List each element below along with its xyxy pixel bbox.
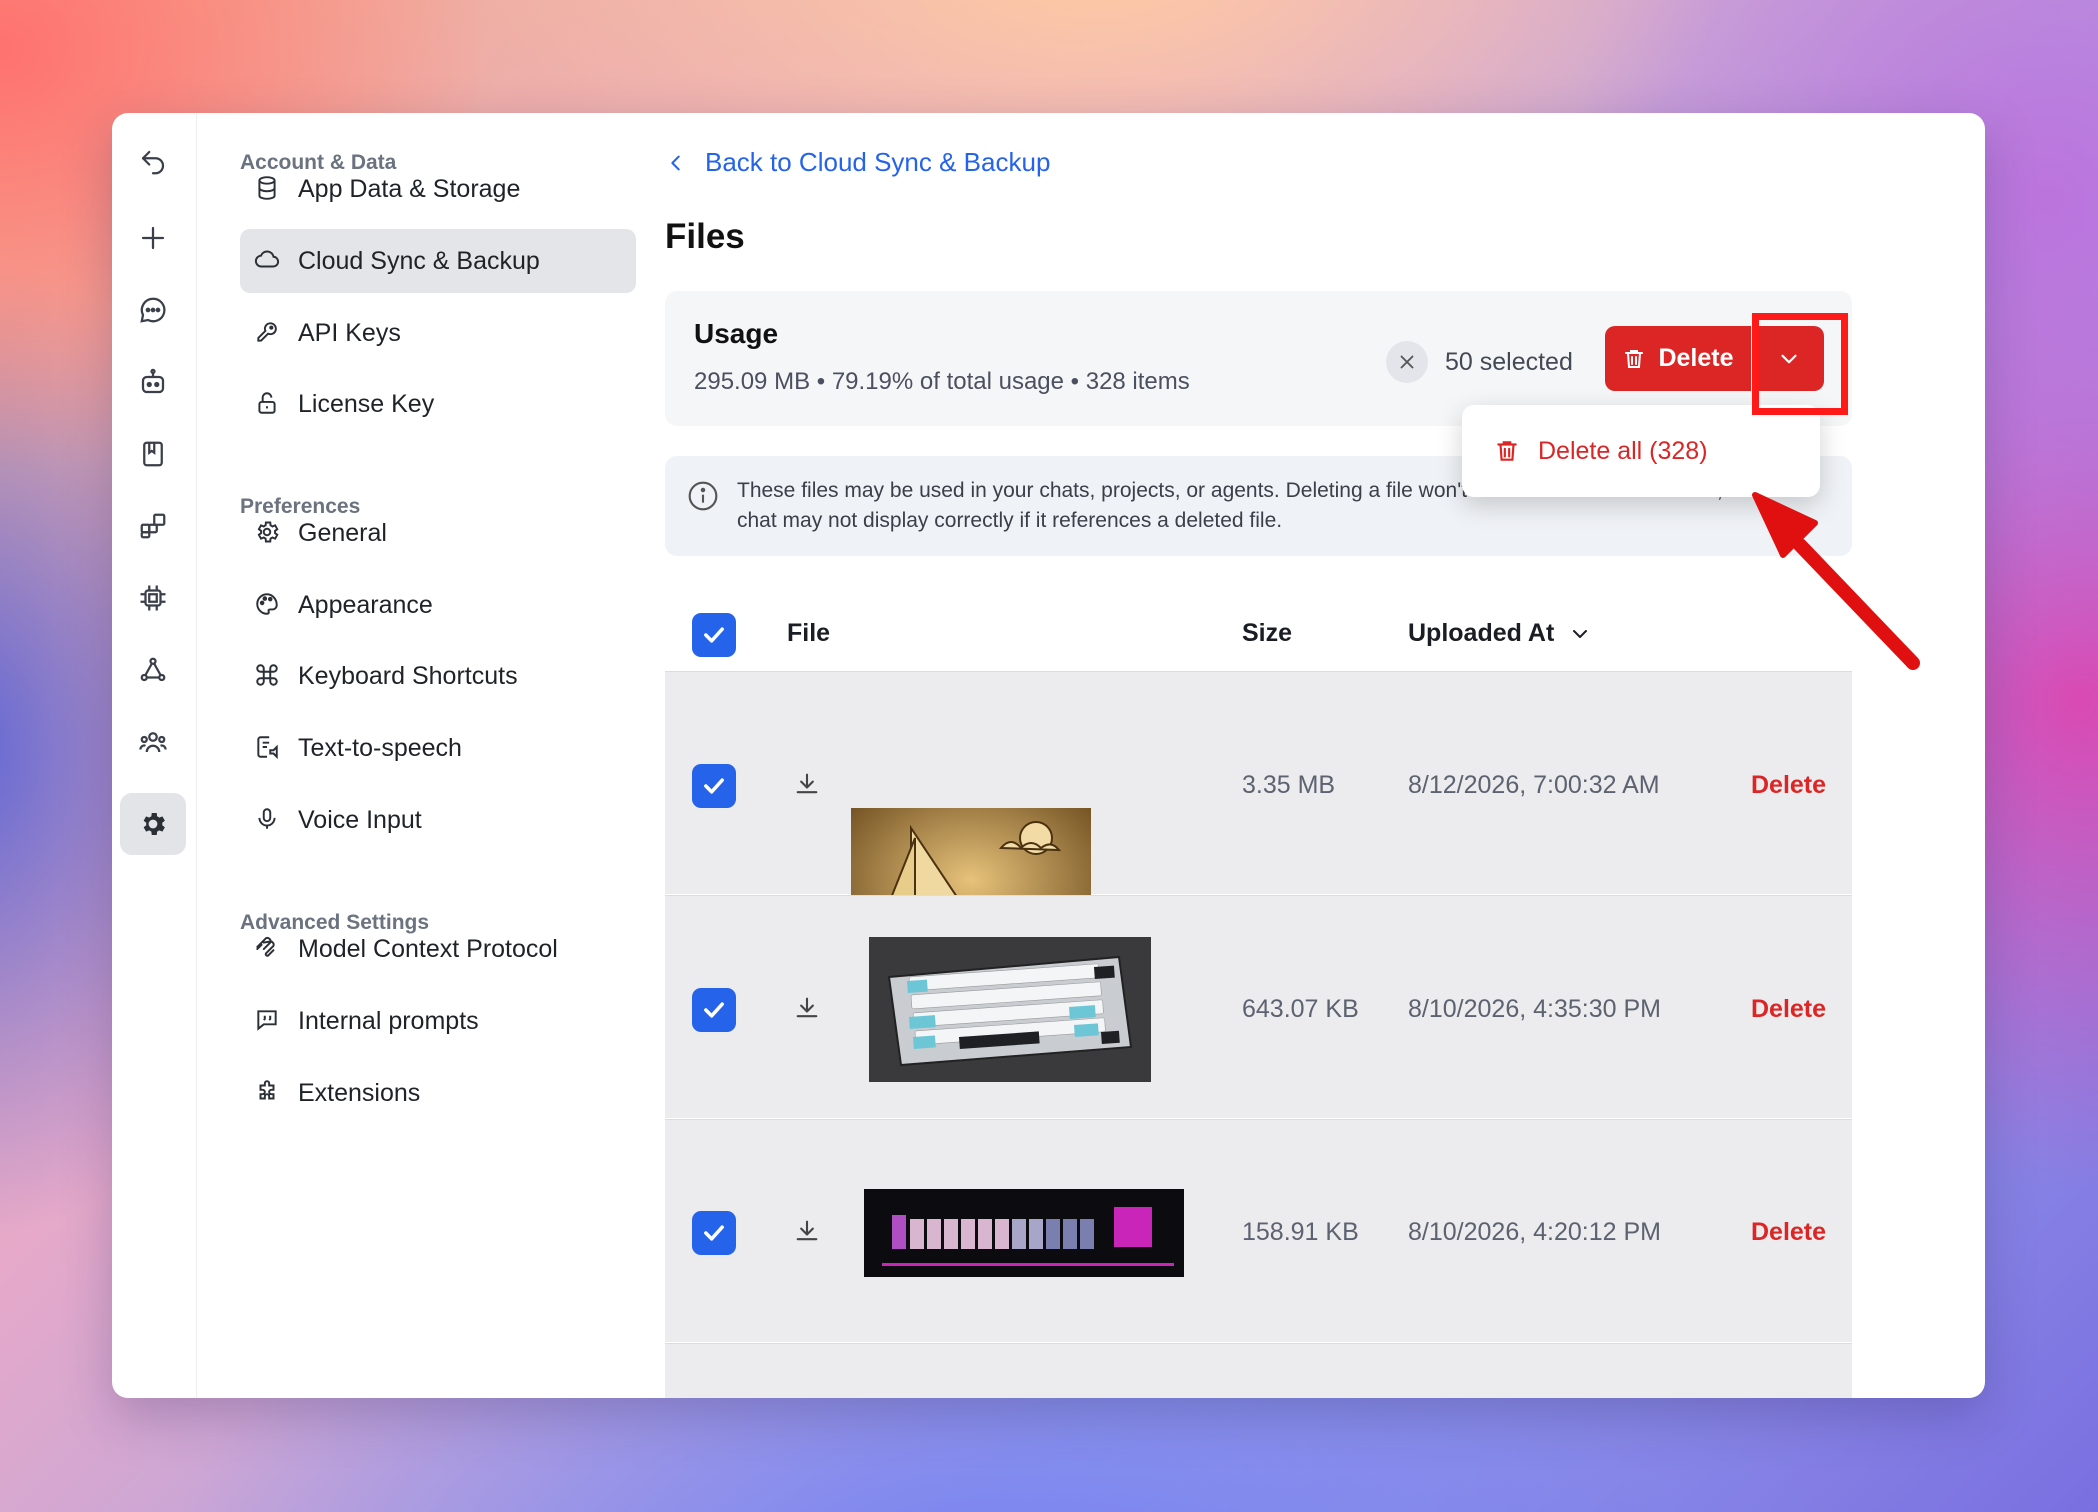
nav-item-appearance[interactable]: Appearance	[240, 573, 636, 637]
nav-item-label: Text-to-speech	[298, 733, 462, 762]
delete-file-button[interactable]: Delete	[1751, 1218, 1826, 1247]
book-icon[interactable]	[120, 423, 186, 485]
speech-icon	[254, 734, 282, 762]
info-icon	[687, 480, 719, 512]
file-date: 8/12/2026, 7:00:32 AM	[1408, 771, 1660, 799]
trash-icon	[1625, 349, 1644, 368]
download-icon[interactable]	[793, 994, 823, 1024]
nav-item-keyboard-shortcuts[interactable]: Keyboard Shortcuts	[240, 644, 636, 708]
microphone-icon	[254, 806, 282, 834]
settings-icon[interactable]	[120, 793, 186, 855]
file-date: 8/10/2026, 4:35:30 PM	[1408, 995, 1661, 1023]
lock-icon	[254, 390, 282, 418]
delete-all-label: Delete all (328)	[1538, 436, 1708, 465]
puzzle-icon	[254, 1079, 282, 1107]
nav-item-label: Model Context Protocol	[298, 934, 558, 963]
nav-item-label: App Data & Storage	[298, 174, 521, 203]
apps-icon[interactable]	[120, 495, 186, 557]
usage-stats: 295.09 MB • 79.19% of total usage • 328 …	[694, 368, 1190, 395]
select-all-checkbox[interactable]	[692, 613, 736, 657]
back-link[interactable]: Back to Cloud Sync & Backup	[665, 147, 1050, 178]
nav-item-api-keys[interactable]: API Keys	[240, 301, 636, 365]
file-date: 8/10/2026, 4:20:12 PM	[1408, 1218, 1661, 1246]
checkmark-icon	[704, 778, 724, 794]
table-row	[665, 1343, 1852, 1398]
row-checkbox[interactable]	[692, 764, 736, 808]
command-icon	[254, 662, 282, 690]
nav-item-general[interactable]: General	[240, 501, 636, 565]
sort-chevron-down-icon	[1573, 629, 1588, 638]
gear-icon	[254, 519, 282, 547]
network-icon[interactable]	[120, 639, 186, 701]
nav-item-label: License Key	[298, 389, 435, 418]
delete-button-label: Delete	[1658, 344, 1734, 372]
nav-item-label: API Keys	[298, 318, 401, 347]
nav-item-app-data-storage[interactable]: App Data & Storage	[240, 157, 636, 221]
table-row: 3.35 MB 8/12/2026, 7:00:32 AM Delete	[665, 671, 1852, 988]
chip-icon[interactable]	[120, 567, 186, 629]
icon-rail	[112, 113, 197, 1398]
checkmark-icon	[704, 1225, 724, 1241]
nav-item-model-context-protocol[interactable]: Model Context Protocol	[240, 917, 636, 981]
nav-item-text-to-speech[interactable]: Text-to-speech	[240, 716, 636, 780]
bars-thumbnail-image[interactable]	[864, 1189, 1184, 1277]
nav-item-internal-prompts[interactable]: Internal prompts	[240, 989, 636, 1053]
selected-count: 50 selected	[1445, 348, 1573, 376]
nav-item-label: Keyboard Shortcuts	[298, 661, 518, 690]
row-checkbox[interactable]	[692, 988, 736, 1032]
settings-window: Account & Data App Data & Storage Cloud …	[112, 113, 1985, 1398]
plus-icon[interactable]	[120, 207, 186, 269]
delete-selected-button[interactable]: Delete	[1605, 326, 1751, 391]
palette-icon	[254, 591, 282, 619]
quote-icon	[254, 1007, 282, 1035]
back-link-label: Back to Cloud Sync & Backup	[705, 147, 1051, 177]
nav-item-label: General	[298, 518, 387, 547]
trash-icon	[1497, 441, 1517, 461]
clear-selection-button[interactable]	[1386, 341, 1428, 383]
nav-item-label: Appearance	[298, 590, 433, 619]
nav-item-label: Extensions	[298, 1078, 421, 1107]
agents-icon[interactable]	[120, 351, 186, 413]
delete-all-menu-item[interactable]: Delete all (328)	[1462, 405, 1820, 497]
chat-icon[interactable]	[120, 279, 186, 341]
undo-icon[interactable]	[120, 131, 186, 193]
checkmark-icon	[704, 1002, 724, 1018]
page-title: Files	[665, 217, 745, 256]
download-icon[interactable]	[793, 770, 823, 800]
column-file[interactable]: File	[787, 619, 830, 648]
delete-file-button[interactable]: Delete	[1751, 995, 1826, 1024]
nav-item-label: Internal prompts	[298, 1006, 479, 1035]
file-size: 158.91 KB	[1242, 1218, 1359, 1246]
usage-title: Usage	[694, 318, 779, 349]
nav-item-extensions[interactable]: Extensions	[240, 1061, 636, 1125]
nav-item-label: Cloud Sync & Backup	[298, 246, 540, 275]
chevron-left-icon	[671, 155, 680, 170]
table-header: File Size Uploaded At	[665, 595, 1852, 675]
checkmark-icon	[704, 627, 724, 643]
column-uploaded-at[interactable]: Uploaded At	[1408, 619, 1592, 648]
table-row: 643.07 KB 8/10/2026, 4:35:30 PM Delete	[665, 895, 1852, 1118]
team-icon[interactable]	[120, 711, 186, 773]
mcp-icon	[254, 935, 282, 963]
nav-item-voice-input[interactable]: Voice Input	[240, 788, 636, 852]
nav-item-label: Voice Input	[298, 805, 422, 834]
close-icon	[1400, 355, 1414, 369]
annotation-highlight-box	[1752, 313, 1848, 415]
annotation-arrow	[1752, 492, 1920, 670]
column-uploaded-label: Uploaded At	[1408, 619, 1555, 647]
delete-file-button[interactable]: Delete	[1751, 771, 1826, 800]
nav-item-license-key[interactable]: License Key	[240, 372, 636, 436]
row-checkbox[interactable]	[692, 1211, 736, 1255]
file-size: 3.35 MB	[1242, 771, 1336, 799]
cloud-icon	[254, 247, 282, 275]
column-size[interactable]: Size	[1242, 619, 1292, 648]
file-size: 643.07 KB	[1242, 995, 1359, 1023]
key-icon	[254, 319, 282, 347]
keyboard-thumbnail-image[interactable]	[869, 937, 1151, 1082]
download-icon[interactable]	[793, 1217, 823, 1247]
database-icon	[254, 175, 282, 203]
nav-item-cloud-sync-backup[interactable]: Cloud Sync & Backup	[240, 229, 636, 293]
table-row: 158.91 KB 8/10/2026, 4:20:12 PM Delete	[665, 1119, 1852, 1342]
